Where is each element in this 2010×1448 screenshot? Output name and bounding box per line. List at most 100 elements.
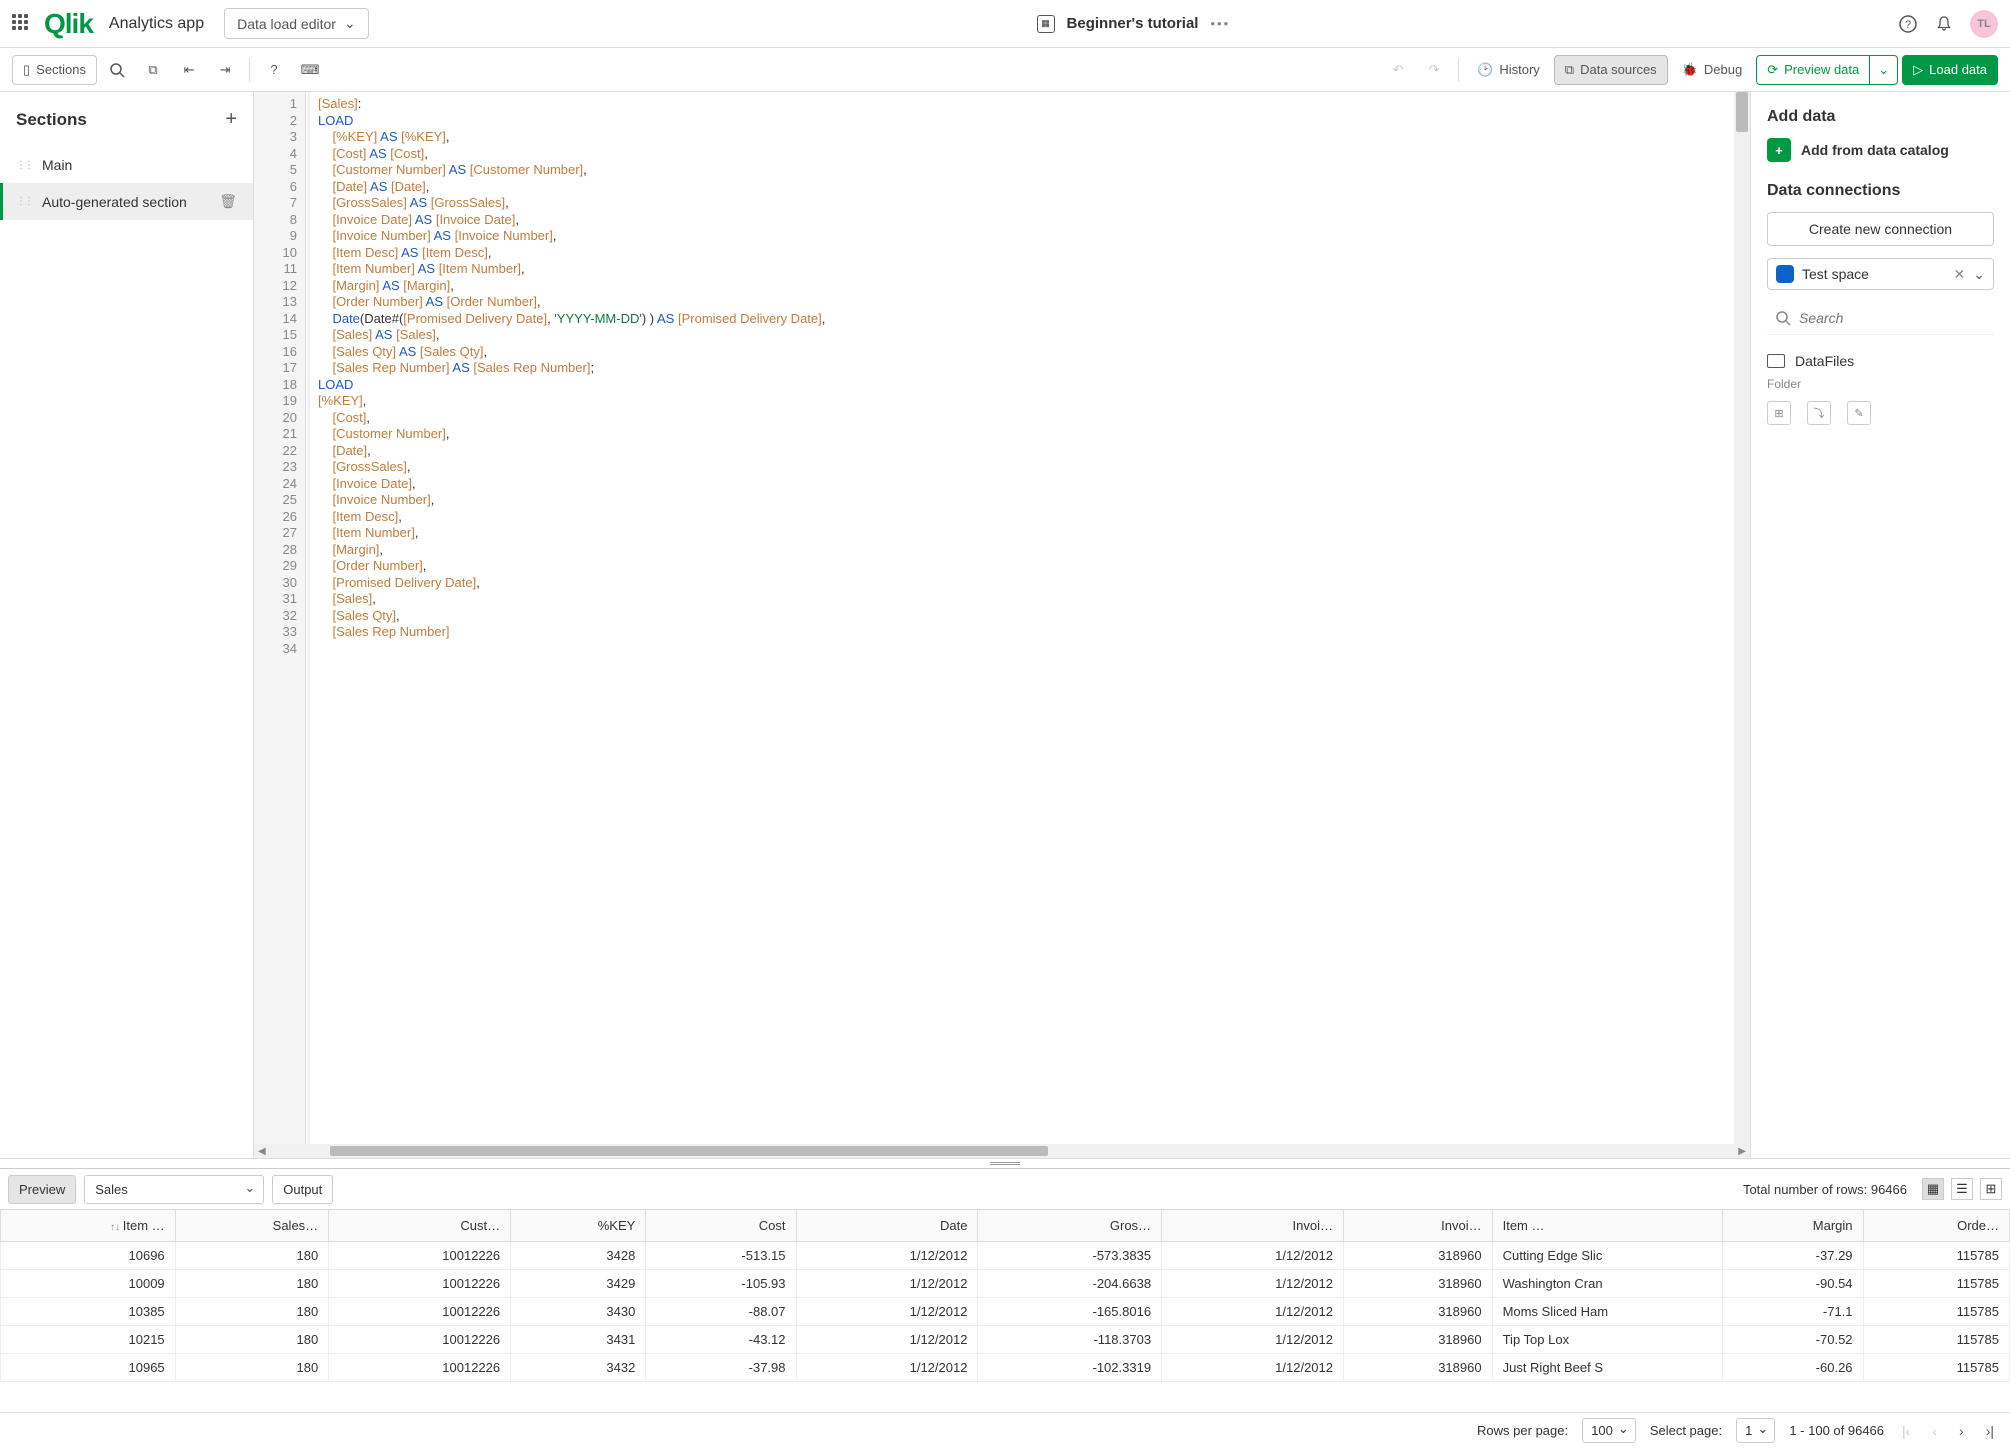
sections-header: Sections + — [0, 92, 253, 147]
create-connection-button[interactable]: Create new connection — [1767, 212, 1994, 246]
history-button[interactable]: 🕑 History — [1467, 56, 1550, 84]
sections-toggle-button[interactable]: ▯ Sections — [12, 55, 97, 85]
page-next-button[interactable]: › — [1955, 1421, 1968, 1441]
page-prev-button[interactable]: ‹ — [1928, 1421, 1941, 1441]
table-cell: 10012226 — [329, 1270, 511, 1298]
table-cell: Cutting Edge Slic — [1492, 1242, 1723, 1270]
bell-icon[interactable] — [1934, 14, 1954, 34]
comment-button[interactable]: ⧉ — [137, 56, 169, 84]
column-header[interactable]: Margin — [1723, 1210, 1863, 1242]
table-cell: 318960 — [1344, 1242, 1493, 1270]
column-header[interactable]: Invoi… — [1162, 1210, 1344, 1242]
data-sources-label: Data sources — [1580, 62, 1657, 77]
column-header[interactable]: Item … — [1, 1210, 176, 1242]
search-input[interactable] — [1799, 310, 1986, 326]
table-selector[interactable]: Sales — [84, 1175, 264, 1204]
help-icon[interactable]: ? — [1898, 14, 1918, 34]
table-row[interactable]: 10385180100122263430-88.071/12/2012-165.… — [1, 1298, 2010, 1326]
code-editor[interactable]: 1234567891011121314151617181920212223242… — [254, 92, 1750, 1144]
table-row[interactable]: 10696180100122263428-513.151/12/2012-573… — [1, 1242, 2010, 1270]
keyboard-button[interactable]: ⌨ — [294, 56, 326, 84]
connection-search[interactable] — [1767, 302, 1994, 335]
section-item[interactable]: ⋮⋮Auto-generated section🗑 — [0, 183, 253, 220]
clear-icon[interactable]: ✕ — [1954, 266, 1966, 283]
clock-icon: 🕑 — [1477, 62, 1493, 78]
table-cell: 180 — [175, 1326, 329, 1354]
debug-button[interactable]: 🐞 Debug — [1672, 56, 1753, 84]
folder-type: Folder — [1767, 377, 1994, 391]
play-icon: ▷ — [1913, 62, 1923, 78]
view-table-icon[interactable]: ▦ — [1922, 1178, 1944, 1200]
table-row[interactable]: 10009180100122263429-105.931/12/2012-204… — [1, 1270, 2010, 1298]
column-header[interactable]: Date — [796, 1210, 978, 1242]
table-cell: -70.52 — [1723, 1326, 1863, 1354]
space-selector[interactable]: Test space ✕ ⌄ — [1767, 258, 1994, 290]
table-cell: -513.15 — [646, 1242, 796, 1270]
table-cell: -71.1 — [1723, 1298, 1863, 1326]
delete-section-icon[interactable]: 🗑 — [219, 193, 237, 210]
document-icon: ▦ — [1037, 15, 1055, 33]
table-row[interactable]: 10215180100122263431-43.121/12/2012-118.… — [1, 1326, 2010, 1354]
view-grid-icon[interactable]: ⊞ — [1980, 1178, 2002, 1200]
user-avatar[interactable]: TL — [1970, 10, 1998, 38]
table-cell: 1/12/2012 — [796, 1298, 978, 1326]
select-page-select[interactable]: 1 — [1736, 1418, 1775, 1443]
space-icon — [1776, 265, 1794, 283]
redo-button[interactable]: ↷ — [1418, 56, 1450, 84]
column-header[interactable]: Sales… — [175, 1210, 329, 1242]
page-first-button[interactable]: |‹ — [1898, 1421, 1914, 1441]
column-header[interactable]: Cust… — [329, 1210, 511, 1242]
preview-data-dropdown[interactable]: ⌄ — [1869, 56, 1897, 84]
horizontal-scrollbar[interactable]: ◀ ▶ — [254, 1144, 1750, 1158]
column-header[interactable]: Gros… — [978, 1210, 1162, 1242]
add-section-button[interactable]: + — [225, 108, 237, 131]
insert-script-icon[interactable]: ⤵ — [1807, 401, 1831, 425]
datafiles-folder[interactable]: DataFiles — [1767, 347, 1994, 375]
column-header[interactable]: %KEY — [511, 1210, 646, 1242]
unindent-button[interactable]: ⇤ — [173, 56, 205, 84]
data-sources-button[interactable]: ⧉ Data sources — [1554, 55, 1668, 85]
search-button[interactable] — [101, 56, 133, 84]
tool-selector[interactable]: Data load editor ⌄ — [224, 8, 369, 39]
preview-resize-handle[interactable] — [0, 1158, 2010, 1168]
edit-connection-icon[interactable]: ✎ — [1847, 401, 1871, 425]
table-row[interactable]: 10965180100122263432-37.981/12/2012-102.… — [1, 1354, 2010, 1382]
view-list-icon[interactable]: ☰ — [1951, 1178, 1973, 1200]
add-from-catalog-button[interactable]: + Add from data catalog — [1767, 138, 1994, 162]
table-cell: -90.54 — [1723, 1270, 1863, 1298]
chevron-down-icon: ⌄ — [1973, 266, 1985, 283]
column-header[interactable]: Orde… — [1863, 1210, 2009, 1242]
svg-text:?: ? — [1905, 19, 1911, 31]
more-menu-icon[interactable]: ••• — [1210, 16, 1230, 31]
code-content[interactable]: [Sales]:LOAD [%KEY] AS [%KEY], [Cost] AS… — [308, 92, 1734, 1144]
page-last-button[interactable]: ›| — [1982, 1421, 1998, 1441]
output-tab[interactable]: Output — [272, 1175, 333, 1204]
select-data-icon[interactable]: ⊞ — [1767, 401, 1791, 425]
load-data-button[interactable]: ▷ Load data — [1902, 55, 1998, 85]
column-header[interactable]: Cost — [646, 1210, 796, 1242]
search-icon — [1775, 310, 1791, 326]
table-cell: -105.93 — [646, 1270, 796, 1298]
header-center: ▦ Beginner's tutorial ••• — [381, 15, 1886, 33]
load-data-label: Load data — [1929, 62, 1987, 77]
section-item[interactable]: ⋮⋮Main — [0, 147, 253, 183]
table-cell: 3431 — [511, 1326, 646, 1354]
table-cell: 318960 — [1344, 1298, 1493, 1326]
column-header[interactable]: Invoi… — [1344, 1210, 1493, 1242]
preview-grid: Item …Sales…Cust…%KEYCostDateGros…Invoi…… — [0, 1209, 2010, 1382]
undo-button[interactable]: ↶ — [1382, 56, 1414, 84]
column-header[interactable]: Item … — [1492, 1210, 1723, 1242]
folder-actions: ⊞ ⤵ ✎ — [1767, 401, 1994, 425]
document-title: Beginner's tutorial — [1067, 15, 1199, 32]
preview-grid-wrap[interactable]: Item …Sales…Cust…%KEYCostDateGros…Invoi…… — [0, 1209, 2010, 1412]
table-cell: 10965 — [1, 1354, 176, 1382]
table-cell: 1/12/2012 — [796, 1326, 978, 1354]
app-launcher-icon[interactable] — [12, 14, 32, 34]
preview-data-button[interactable]: ⟳ Preview data — [1757, 56, 1869, 84]
preview-tab[interactable]: Preview — [8, 1175, 76, 1204]
help-toolbar-button[interactable]: ? — [258, 56, 290, 83]
table-cell: -37.98 — [646, 1354, 796, 1382]
indent-button[interactable]: ⇥ — [209, 56, 241, 84]
vertical-scrollbar[interactable] — [1734, 92, 1750, 1144]
rows-per-page-select[interactable]: 100 — [1582, 1418, 1636, 1443]
